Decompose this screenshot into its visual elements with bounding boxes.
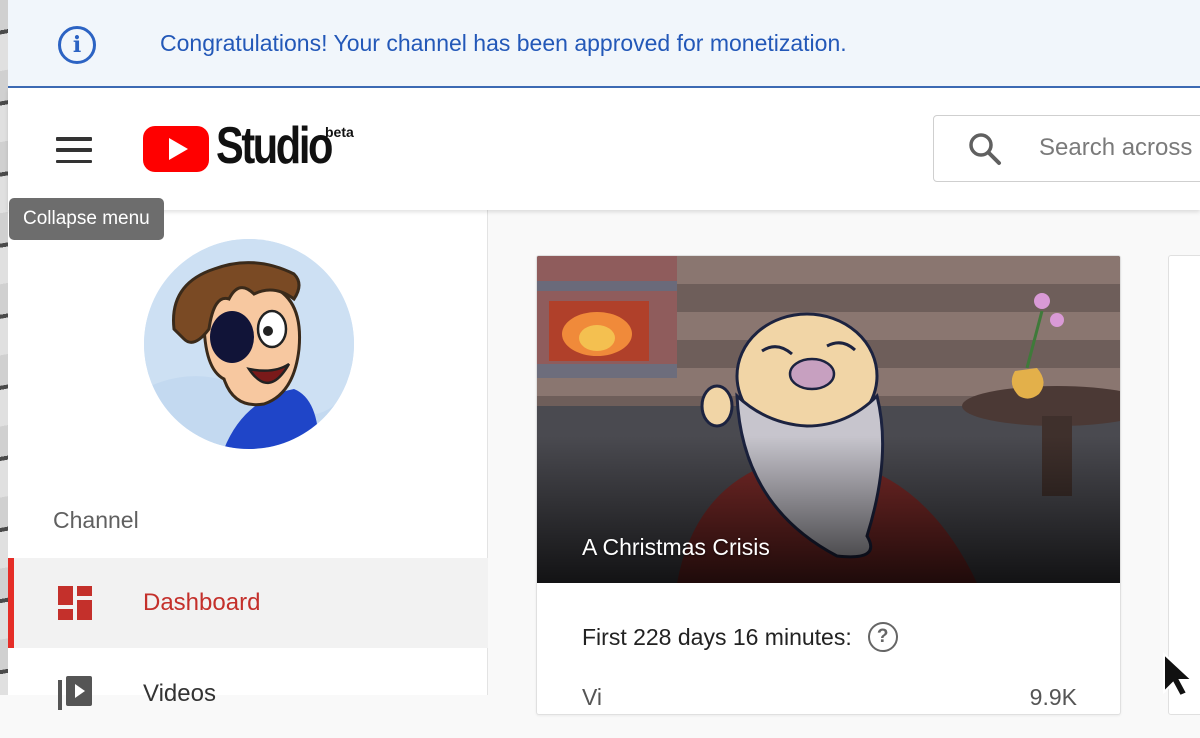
video-stats-heading: First 228 days 16 minutes: ?: [582, 622, 898, 652]
sidebar-item-dashboard[interactable]: Dashboard: [8, 558, 488, 648]
search-icon[interactable]: [968, 132, 1002, 166]
video-thumbnail[interactable]: A Christmas Crisis: [537, 256, 1120, 583]
window-edge: [0, 0, 8, 695]
video-title[interactable]: A Christmas Crisis: [582, 534, 770, 561]
banner-message: Congratulations! Your channel has been a…: [160, 30, 847, 56]
search-box[interactable]: [933, 115, 1200, 182]
search-input[interactable]: [1039, 134, 1200, 162]
stat-label: Vi: [582, 684, 603, 710]
channel-avatar[interactable]: [144, 239, 354, 449]
app-name[interactable]: Studio: [216, 116, 333, 176]
adjacent-card: [1168, 255, 1200, 715]
dashboard-icon: [58, 586, 92, 620]
collapse-menu-tooltip: Collapse menu: [9, 198, 164, 240]
sidebar: Channel Dashboard Videos: [8, 210, 488, 710]
mouse-cursor-icon: [1163, 652, 1195, 697]
latest-video-card[interactable]: A Christmas Crisis First 228 days 16 min…: [536, 255, 1121, 715]
studio-header: Studio beta: [8, 88, 1200, 210]
sidebar-item-videos[interactable]: Videos: [8, 648, 488, 738]
stat-value: 9.9K: [1029, 684, 1077, 710]
sidebar-item-label: Dashboard: [143, 589, 261, 616]
views-stat-row: Vi 9.9K: [582, 684, 1077, 711]
dashboard-main: A Christmas Crisis First 228 days 16 min…: [489, 210, 1200, 715]
youtube-logo-icon[interactable]: [143, 126, 209, 172]
info-icon: i: [58, 26, 96, 64]
channel-section-label: Channel: [53, 507, 139, 533]
sidebar-item-label: Videos: [143, 680, 216, 707]
beta-badge: beta: [325, 124, 354, 140]
hamburger-icon[interactable]: [56, 137, 92, 163]
monetization-banner: i Congratulations! Your channel has been…: [8, 0, 1200, 88]
stats-period: First 228 days 16 minutes:: [582, 623, 852, 650]
help-icon[interactable]: ?: [867, 622, 898, 652]
videos-icon: [58, 676, 92, 710]
